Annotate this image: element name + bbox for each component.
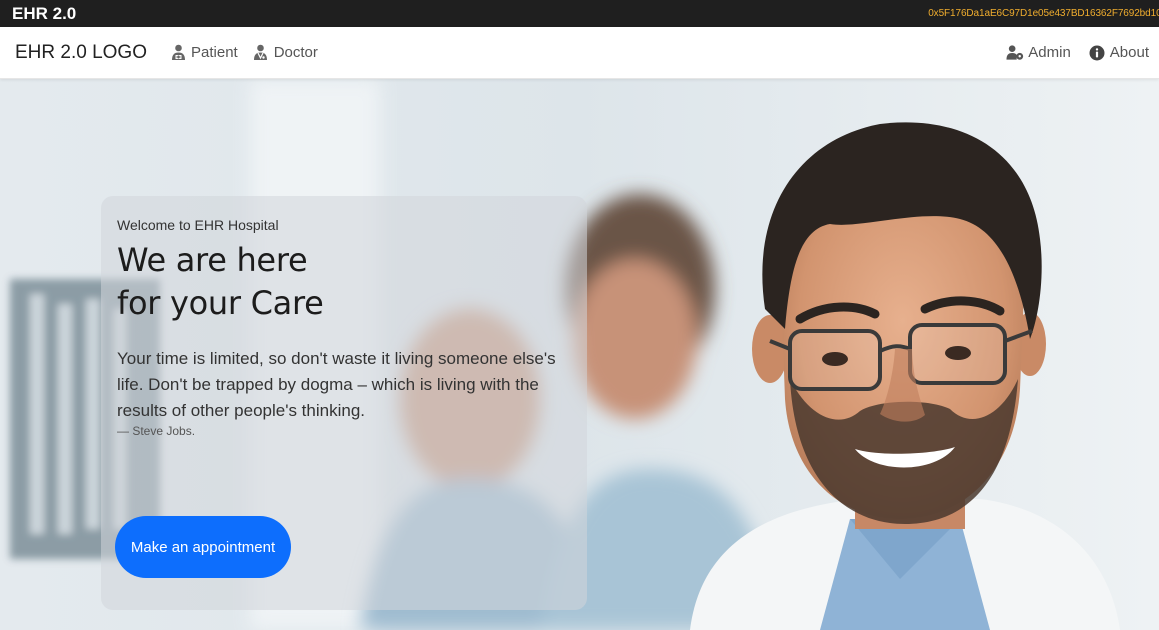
hero-headline-line1: We are here [117, 241, 308, 279]
hero-card: Welcome to EHR Hospital We are here for … [101, 196, 587, 610]
nav-doctor-label: Doctor [273, 44, 318, 61]
patient-icon [169, 44, 187, 62]
nav-admin-link[interactable]: Admin [1006, 44, 1071, 62]
nav-patient-label: Patient [191, 44, 238, 61]
hero-headline: We are here for your Care [117, 239, 571, 325]
wallet-address: 0x5F176Da1aE6C97D1e05e437BD16362F7692bd1… [928, 8, 1159, 19]
nav-admin-label: Admin [1028, 44, 1071, 61]
nav-right: Admin About [989, 44, 1149, 62]
hero-quote-author: — Steve Jobs. [117, 424, 196, 438]
brand-logo-link[interactable]: EHR 2.0 LOGO [15, 42, 147, 64]
nav-doctor-link[interactable]: Doctor [252, 44, 318, 62]
hero-eyebrow: Welcome to EHR Hospital [117, 217, 279, 233]
nav-about-label: About [1109, 44, 1149, 61]
info-icon [1088, 44, 1106, 62]
make-appointment-button[interactable]: Make an appointment [115, 516, 291, 578]
hero-headline-line2: for your Care [117, 284, 324, 322]
nav-patient-link[interactable]: Patient [169, 44, 238, 62]
admin-icon [1006, 44, 1024, 62]
hero-quote: Your time is limited, so don't waste it … [117, 349, 556, 420]
hero-section: Welcome to EHR Hospital We are here for … [0, 79, 1159, 630]
doctor-icon [252, 44, 270, 62]
nav-left: EHR 2.0 LOGO Patient Doctor [15, 42, 332, 64]
title-bar: EHR 2.0 0x5F176Da1aE6C97D1e05e437BD16362… [0, 0, 1159, 27]
nav-about-link[interactable]: About [1088, 44, 1149, 62]
navbar: EHR 2.0 LOGO Patient Doctor Admin About [0, 27, 1159, 79]
app-title: EHR 2.0 [12, 3, 77, 23]
